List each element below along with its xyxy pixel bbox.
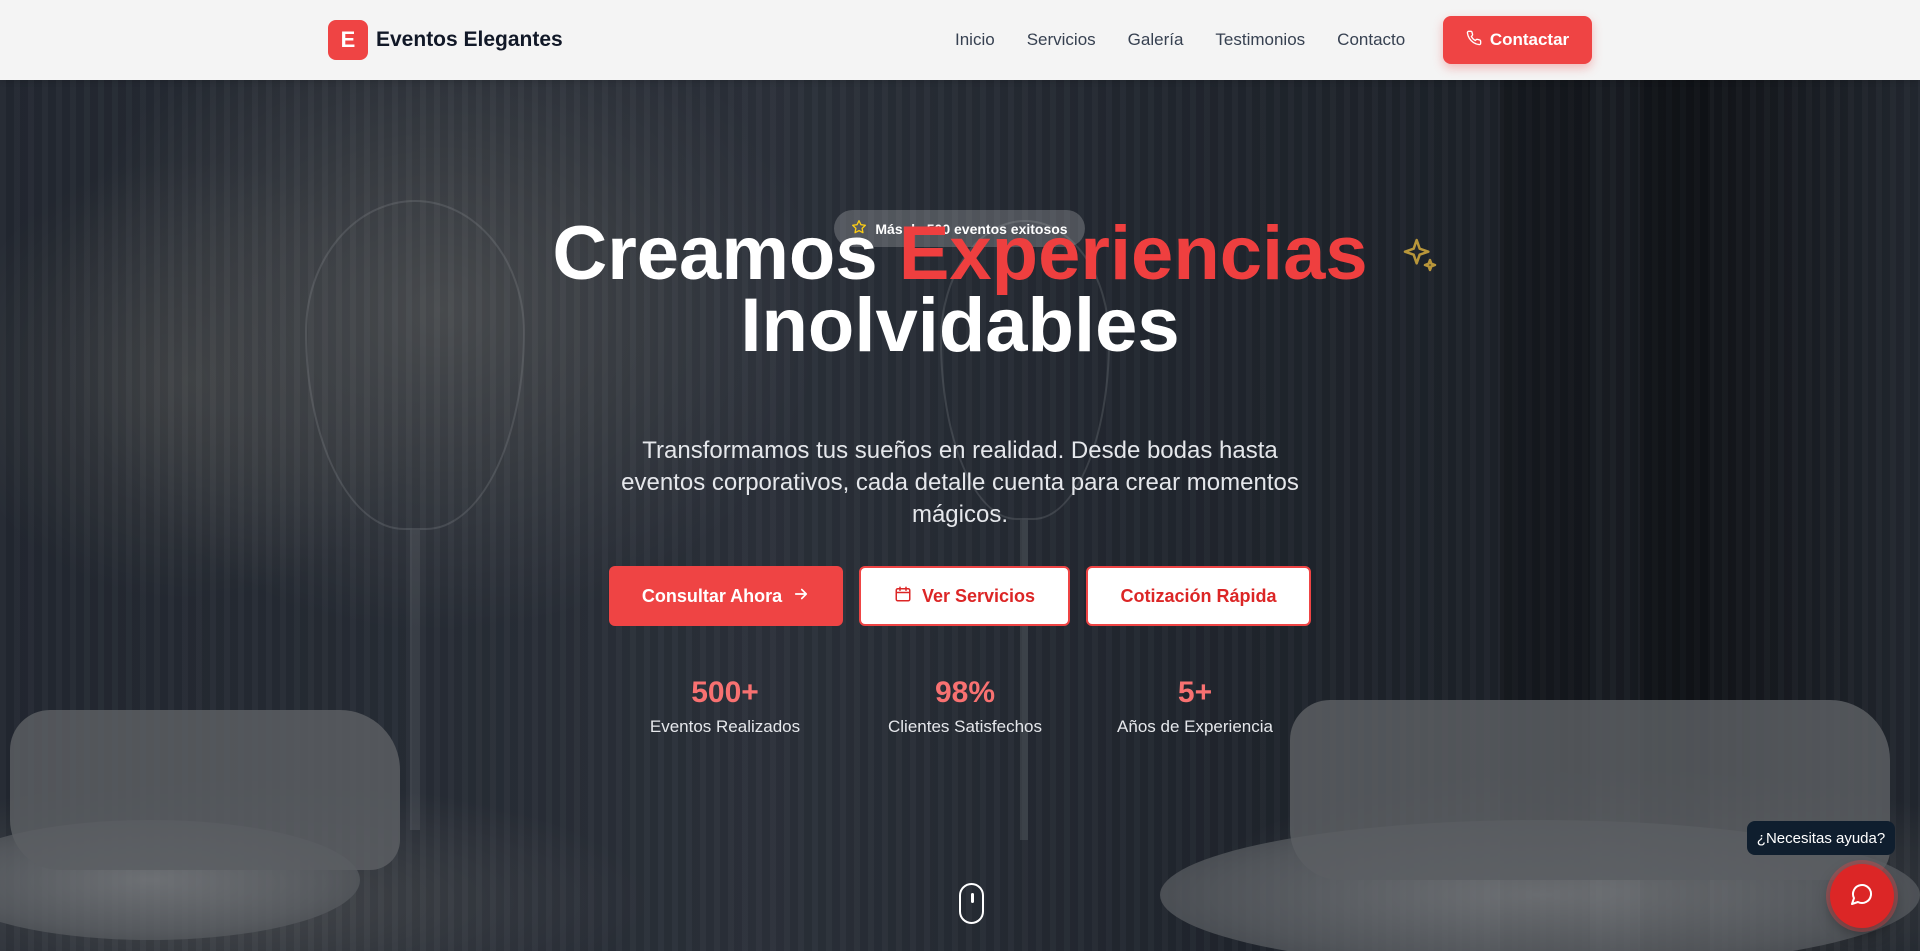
hero-stats: 500+ Eventos Realizados 98% Clientes Sat… — [0, 675, 1920, 745]
view-services-label: Ver Servicios — [921, 585, 1036, 606]
contact-button[interactable]: Contactar — [1443, 16, 1592, 64]
consult-now-button[interactable]: Consultar Ahora — [609, 566, 843, 626]
main-nav: Inicio Servicios Galería Testimonios Con… — [955, 0, 1405, 80]
hero-title: Creamos Experiencias Inolvidables — [460, 216, 1460, 364]
calendar-icon — [894, 585, 912, 608]
stat-label: Clientes Satisfechos — [887, 717, 1043, 736]
nav-link-testimonios[interactable]: Testimonios — [1215, 30, 1305, 50]
nav-link-contacto[interactable]: Contacto — [1337, 30, 1405, 50]
view-services-button[interactable]: Ver Servicios — [859, 566, 1070, 626]
scroll-indicator[interactable] — [959, 883, 984, 924]
stat-label: Eventos Realizados — [649, 717, 801, 736]
stat-satisfaction: 98% Clientes Satisfechos — [845, 675, 1085, 737]
quick-quote-label: Cotización Rápida — [1120, 585, 1277, 606]
stat-events: 500+ Eventos Realizados — [605, 675, 845, 737]
nav-link-servicios[interactable]: Servicios — [1027, 30, 1096, 50]
scroll-dot — [971, 893, 974, 903]
phone-icon — [1466, 30, 1482, 51]
hero-subtitle: Transformamos tus sueños en realidad. De… — [621, 437, 1299, 528]
stat-value: 5+ — [1177, 676, 1213, 709]
arrow-right-icon — [792, 585, 810, 608]
stat-value: 500+ — [691, 676, 759, 709]
chat-button[interactable] — [1830, 864, 1894, 928]
consult-now-label: Consultar Ahora — [641, 585, 783, 606]
chat-tooltip: ¿Necesitas ayuda? — [1747, 821, 1895, 855]
brand-mark: E — [328, 20, 368, 60]
stat-experience: 5+ Años de Experiencia — [1075, 675, 1315, 737]
site-header: E Eventos Elegantes Inicio Servicios Gal… — [0, 0, 1920, 80]
stat-value: 98% — [934, 676, 996, 709]
nav-link-inicio[interactable]: Inicio — [955, 30, 995, 50]
contact-button-label: Contactar — [1489, 30, 1570, 49]
hero-title-part2: Inolvidables — [740, 283, 1180, 368]
quick-quote-button[interactable]: Cotización Rápida — [1086, 566, 1311, 626]
hero-section: Más de 500 eventos exitosos Creamos Expe… — [0, 80, 1920, 951]
brand-logo[interactable]: E Eventos Elegantes — [328, 20, 563, 60]
chat-bubble-icon — [1850, 882, 1874, 911]
nav-link-galeria[interactable]: Galería — [1128, 30, 1184, 50]
stat-label: Años de Experiencia — [1117, 717, 1273, 736]
brand-name: Eventos Elegantes — [376, 28, 563, 51]
